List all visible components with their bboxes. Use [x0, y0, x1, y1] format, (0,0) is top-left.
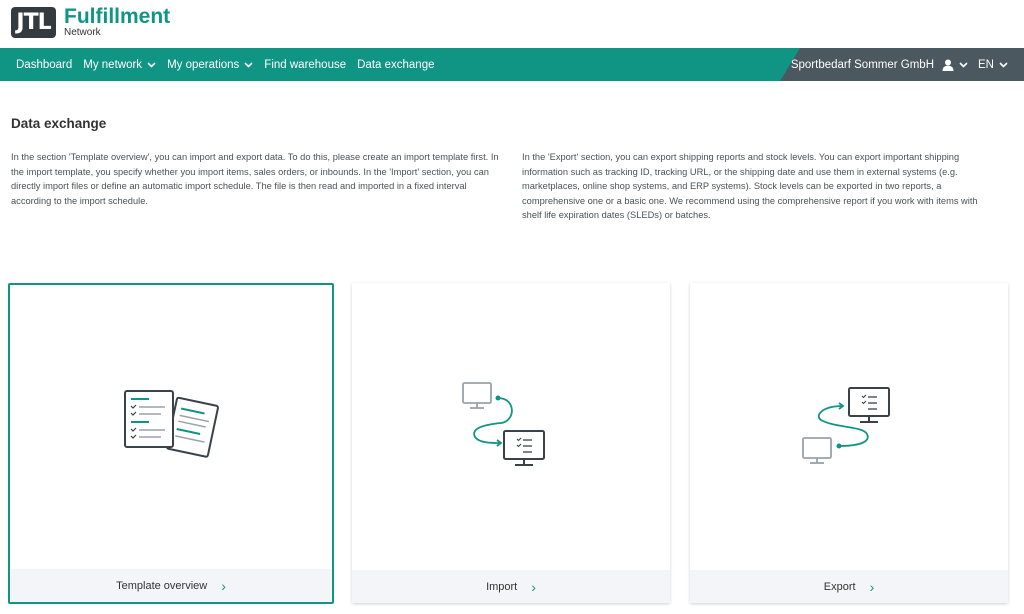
documents-icon — [124, 390, 219, 458]
logo-subtitle: Network — [64, 27, 101, 38]
user-icon — [942, 59, 954, 71]
language-label: EN — [978, 58, 994, 71]
user-menu[interactable] — [942, 59, 968, 71]
card-footer: Template overview › — [10, 569, 332, 602]
nav-my-operations-label: My operations — [167, 58, 240, 71]
chevron-right-icon: › — [869, 578, 875, 595]
nav-data-exchange[interactable]: Data exchange — [357, 59, 434, 71]
nav-data-exchange-label: Data exchange — [357, 58, 435, 71]
brand-logo[interactable]: JTL Fulfillment Network — [11, 6, 170, 38]
card-grid: Template overview › Import › Export › — [8, 283, 1008, 604]
page-content: Data exchange In the section 'Template o… — [0, 116, 1024, 223]
nav-dashboard[interactable]: Dashboard — [16, 59, 72, 71]
logo-mark: JTL — [11, 6, 56, 38]
main-navigation: Dashboard My network My operations Find … — [0, 48, 1024, 81]
nav-find-warehouse[interactable]: Find warehouse — [264, 59, 346, 71]
nav-my-network[interactable]: My network — [83, 59, 156, 71]
chevron-down-icon — [999, 61, 1008, 68]
page-title: Data exchange — [11, 116, 107, 131]
card-label: Import — [486, 580, 518, 593]
nav-my-operations[interactable]: My operations — [167, 59, 253, 71]
nav-find-warehouse-label: Find warehouse — [264, 58, 347, 71]
card-footer: Import › — [352, 570, 670, 603]
account-area: Sportbedarf Sommer GmbH EN — [780, 48, 1024, 81]
company-name[interactable]: Sportbedarf Sommer GmbH — [791, 59, 934, 71]
nav-dashboard-label: Dashboard — [16, 58, 73, 71]
description-export: In the 'Export' section, you can export … — [522, 152, 978, 221]
card-import[interactable]: Import › — [352, 283, 670, 603]
export-icon — [802, 387, 890, 464]
chevron-right-icon: › — [221, 577, 226, 594]
card-footer: Export › — [690, 570, 1008, 603]
chevron-right-icon: › — [531, 578, 536, 595]
chevron-down-icon — [244, 61, 253, 68]
import-icon — [462, 382, 545, 466]
nav-my-network-label: My network — [83, 58, 143, 71]
language-selector[interactable]: EN — [978, 59, 1008, 71]
top-header: JTL Fulfillment Network — [0, 0, 1024, 48]
card-label: Export — [823, 580, 856, 593]
card-label: Template overview — [116, 579, 208, 592]
card-export[interactable]: Export › — [690, 283, 1008, 603]
description-template-import: In the section 'Template overview', you … — [11, 152, 499, 206]
chevron-down-icon — [147, 61, 156, 68]
logo-title: Fulfillment — [64, 5, 171, 28]
chevron-down-icon — [959, 61, 968, 68]
card-template-overview[interactable]: Template overview › — [8, 283, 334, 604]
